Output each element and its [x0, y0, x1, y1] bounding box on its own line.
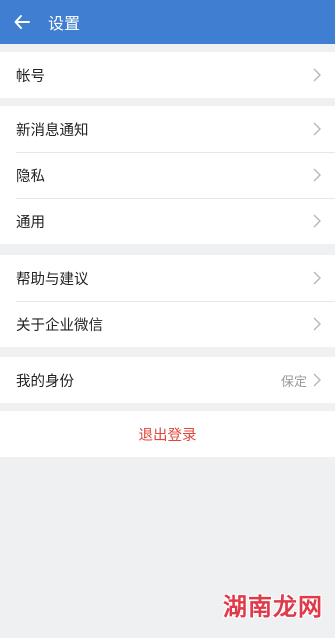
settings-item-account[interactable]: 帐号	[0, 52, 335, 98]
logout-button[interactable]: 退出登录	[0, 411, 335, 457]
settings-item-privacy[interactable]: 隐私	[0, 152, 335, 198]
chevron-right-icon	[313, 271, 321, 285]
settings-group-account: 帐号	[0, 52, 335, 98]
chevron-right-icon	[313, 214, 321, 228]
settings-item-label: 新消息通知	[16, 122, 89, 139]
settings-item-label: 帮助与建议	[16, 271, 89, 288]
chevron-right-icon	[313, 317, 321, 331]
chevron-right-icon	[313, 168, 321, 182]
chevron-right-icon	[313, 122, 321, 136]
settings-item-notifications[interactable]: 新消息通知	[0, 106, 335, 152]
logout-group: 退出登录	[0, 411, 335, 457]
settings-group-help: 帮助与建议 关于企业微信	[0, 255, 335, 347]
settings-item-label: 帐号	[16, 68, 45, 85]
back-button[interactable]	[0, 0, 44, 44]
watermark: 湖南龙网	[223, 593, 323, 621]
arrow-left-icon	[14, 15, 30, 29]
settings-item-label: 通用	[16, 214, 45, 231]
settings-item-label: 我的身份	[16, 373, 74, 390]
settings-item-help-feedback[interactable]: 帮助与建议	[0, 255, 335, 301]
chevron-right-icon	[313, 373, 321, 387]
settings-item-identity[interactable]: 我的身份 保定	[0, 357, 335, 403]
settings-group-identity: 我的身份 保定	[0, 357, 335, 403]
settings-item-general[interactable]: 通用	[0, 198, 335, 244]
app-bar: 设置	[0, 0, 335, 44]
settings-item-label: 隐私	[16, 168, 45, 185]
settings-item-about[interactable]: 关于企业微信	[0, 301, 335, 347]
identity-value: 保定	[280, 374, 307, 390]
chevron-right-icon	[313, 68, 321, 82]
settings-group-general: 新消息通知 隐私 通用	[0, 106, 335, 244]
settings-item-label: 关于企业微信	[16, 317, 103, 334]
page-title: 设置	[48, 14, 81, 33]
